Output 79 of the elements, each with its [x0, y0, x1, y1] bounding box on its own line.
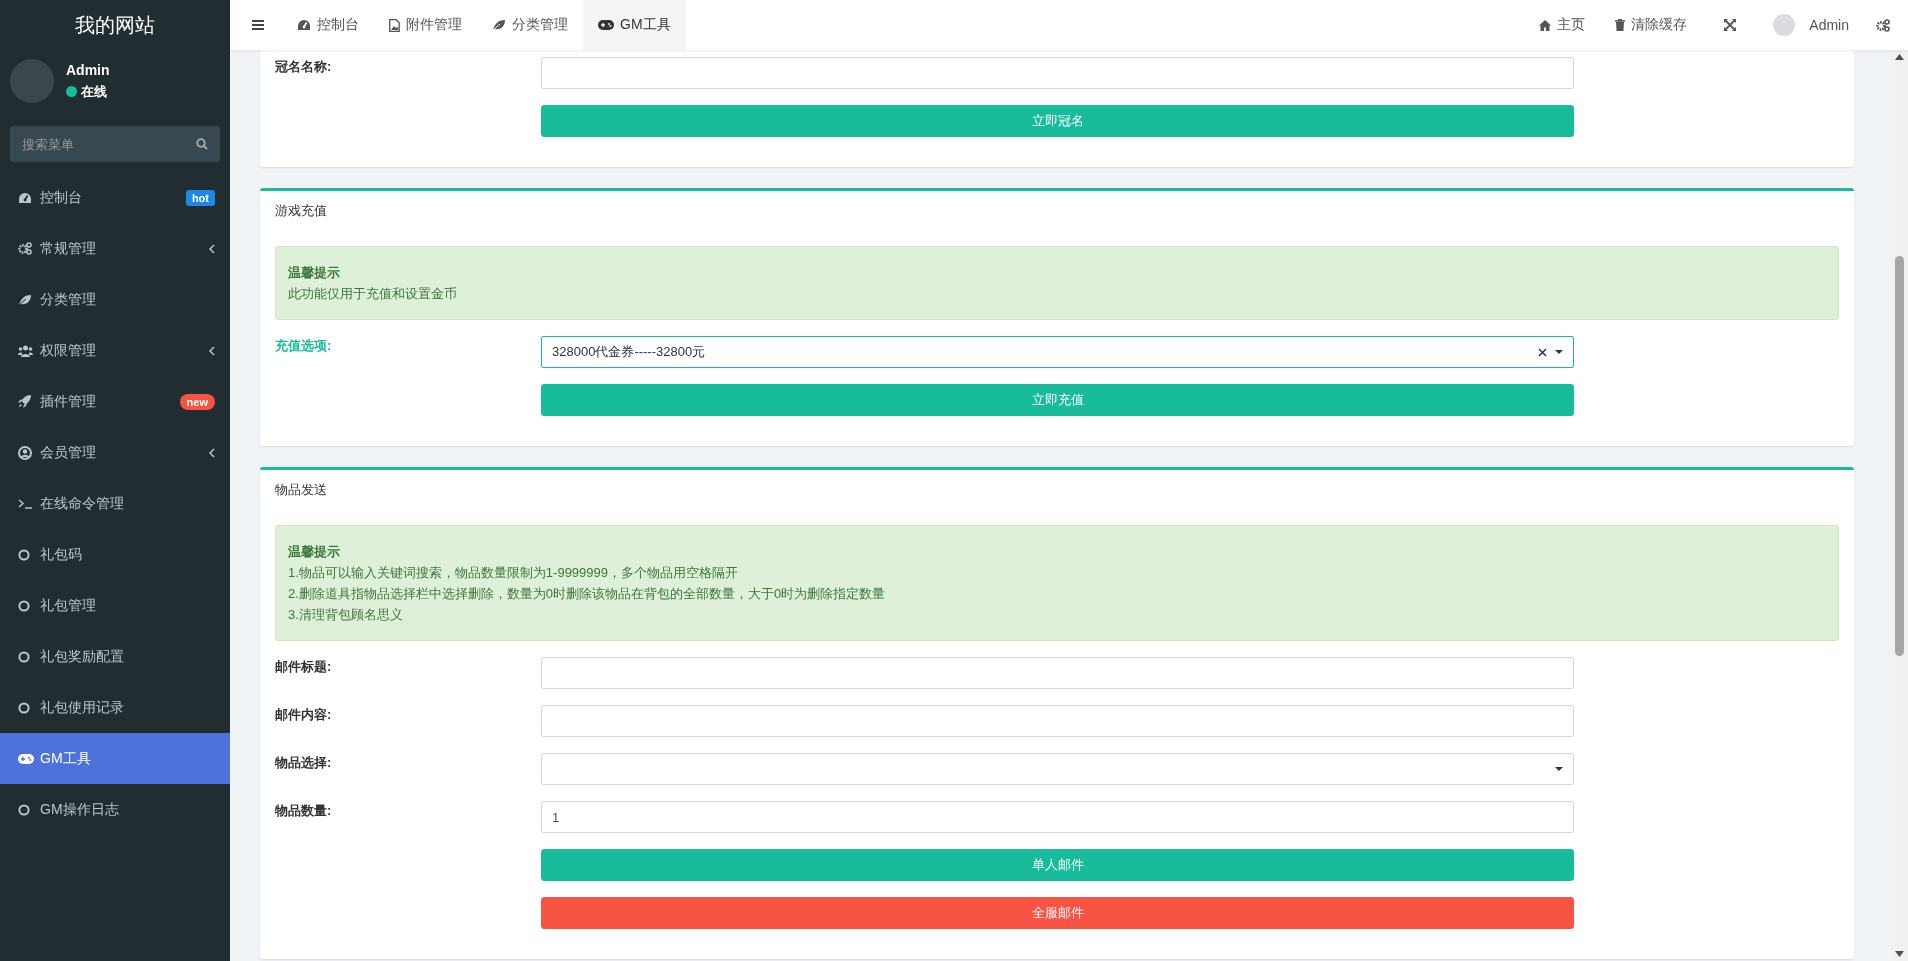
search-field[interactable]: 搜索菜单	[10, 126, 220, 162]
alert-title: 温馨提示	[288, 264, 341, 282]
sidebar-item[interactable]: 权限管理	[0, 325, 230, 376]
image-file-icon	[389, 18, 400, 32]
text-input[interactable]	[541, 705, 1574, 737]
circle-icon	[18, 650, 30, 663]
sidebar-item[interactable]: 插件管理 new	[0, 376, 230, 427]
gears-icon	[18, 242, 32, 255]
gauge-icon	[297, 19, 311, 31]
avatar	[10, 59, 54, 103]
status-dot-icon	[66, 86, 77, 97]
alert-text: 3.清理背包顾名思义	[288, 606, 404, 624]
menu-icon	[252, 20, 264, 30]
user-menu[interactable]: Admin	[1758, 0, 1864, 50]
field-label: 邮件标题:	[275, 658, 333, 676]
sidebar-item[interactable]: GM操作日志	[0, 784, 230, 835]
settings-icon	[1876, 18, 1890, 32]
scroll-down-arrow-icon[interactable]	[1895, 951, 1904, 957]
rocket-icon	[18, 395, 31, 408]
clear-icon	[1538, 347, 1547, 357]
scroll-up-arrow-icon[interactable]	[1895, 54, 1904, 60]
alert-text: 此功能仅用于充值和设置金币	[288, 285, 458, 303]
sidebar-item[interactable]: GM工具	[0, 733, 230, 784]
home-link[interactable]: 主页	[1524, 0, 1601, 50]
site-logo[interactable]: 我的网站	[0, 0, 230, 50]
circle-icon	[18, 599, 30, 612]
leaf-icon	[492, 19, 506, 31]
trash-icon	[1615, 19, 1626, 31]
clear-cache-link[interactable]: 清除缓存	[1600, 0, 1703, 50]
text-input[interactable]: 1	[541, 801, 1574, 833]
sidebar-item[interactable]: 在线命令管理	[0, 478, 230, 529]
search-icon	[196, 138, 208, 150]
caret-down-icon	[1555, 350, 1563, 354]
sidebar-item[interactable]: 礼包管理	[0, 580, 230, 631]
terminal-icon	[18, 498, 32, 509]
scroll-thumb[interactable]	[1895, 255, 1904, 656]
nav-tab[interactable]: GM工具	[583, 0, 686, 50]
gamepad-icon	[18, 753, 34, 764]
alert-text: 2.删除道具指物品选择栏中选择删除，数量为0时删除该物品在背包的全部数量，大于0时为删除指定数量	[288, 585, 887, 603]
scrollbar[interactable]	[1891, 50, 1908, 961]
nav-tab[interactable]: 控制台	[282, 0, 374, 50]
leaf-icon	[18, 293, 32, 306]
avatar	[1773, 14, 1796, 36]
field-label: 充值选项:	[275, 337, 333, 355]
user-circle-icon	[18, 445, 32, 460]
field-label: 物品选择:	[275, 754, 333, 772]
circle-icon	[18, 701, 30, 714]
select-dropdown[interactable]: 328000代金券-----32800元	[541, 336, 1574, 368]
house-icon	[1539, 19, 1552, 31]
text-input[interactable]	[541, 657, 1574, 689]
select-dropdown[interactable]	[541, 753, 1574, 785]
badge: new	[179, 393, 215, 410]
gauge-icon	[18, 191, 32, 204]
user-name: Admin	[66, 61, 110, 78]
sidebar-item[interactable]: 礼包码	[0, 529, 230, 580]
alert-text: 1.物品可以输入关键词搜索，物品数量限制为1-9999999，多个物品用空格隔开	[288, 564, 739, 582]
field-label: 邮件内容:	[275, 706, 333, 724]
sidebar-item[interactable]: 会员管理	[0, 427, 230, 478]
caret-down-icon	[1555, 767, 1563, 771]
nav-tab[interactable]: 附件管理	[374, 0, 477, 50]
gamepad-icon	[598, 20, 614, 30]
alert-title: 温馨提示	[288, 543, 341, 561]
user-status: 在线	[81, 82, 107, 101]
card-title: 游戏充值	[275, 202, 328, 220]
text-input[interactable]	[541, 57, 1574, 89]
sidebar-item[interactable]: 常规管理	[0, 223, 230, 274]
field-label: 冠名名称:	[275, 58, 333, 76]
sidebar-item[interactable]: 礼包奖励配置	[0, 631, 230, 682]
sidebar-item[interactable]: 控制台 hot	[0, 172, 230, 223]
sidebar-item[interactable]: 礼包使用记录	[0, 682, 230, 733]
field-label: 物品数量:	[275, 802, 333, 820]
sidebar-item[interactable]: 分类管理	[0, 274, 230, 325]
fullscreen-icon	[1724, 19, 1737, 31]
circle-icon	[18, 548, 30, 561]
circle-icon	[18, 803, 30, 816]
nav-tab[interactable]: 分类管理	[477, 0, 583, 50]
badge: hot	[185, 189, 215, 206]
users-icon	[18, 344, 33, 357]
card-title: 物品发送	[275, 481, 328, 499]
